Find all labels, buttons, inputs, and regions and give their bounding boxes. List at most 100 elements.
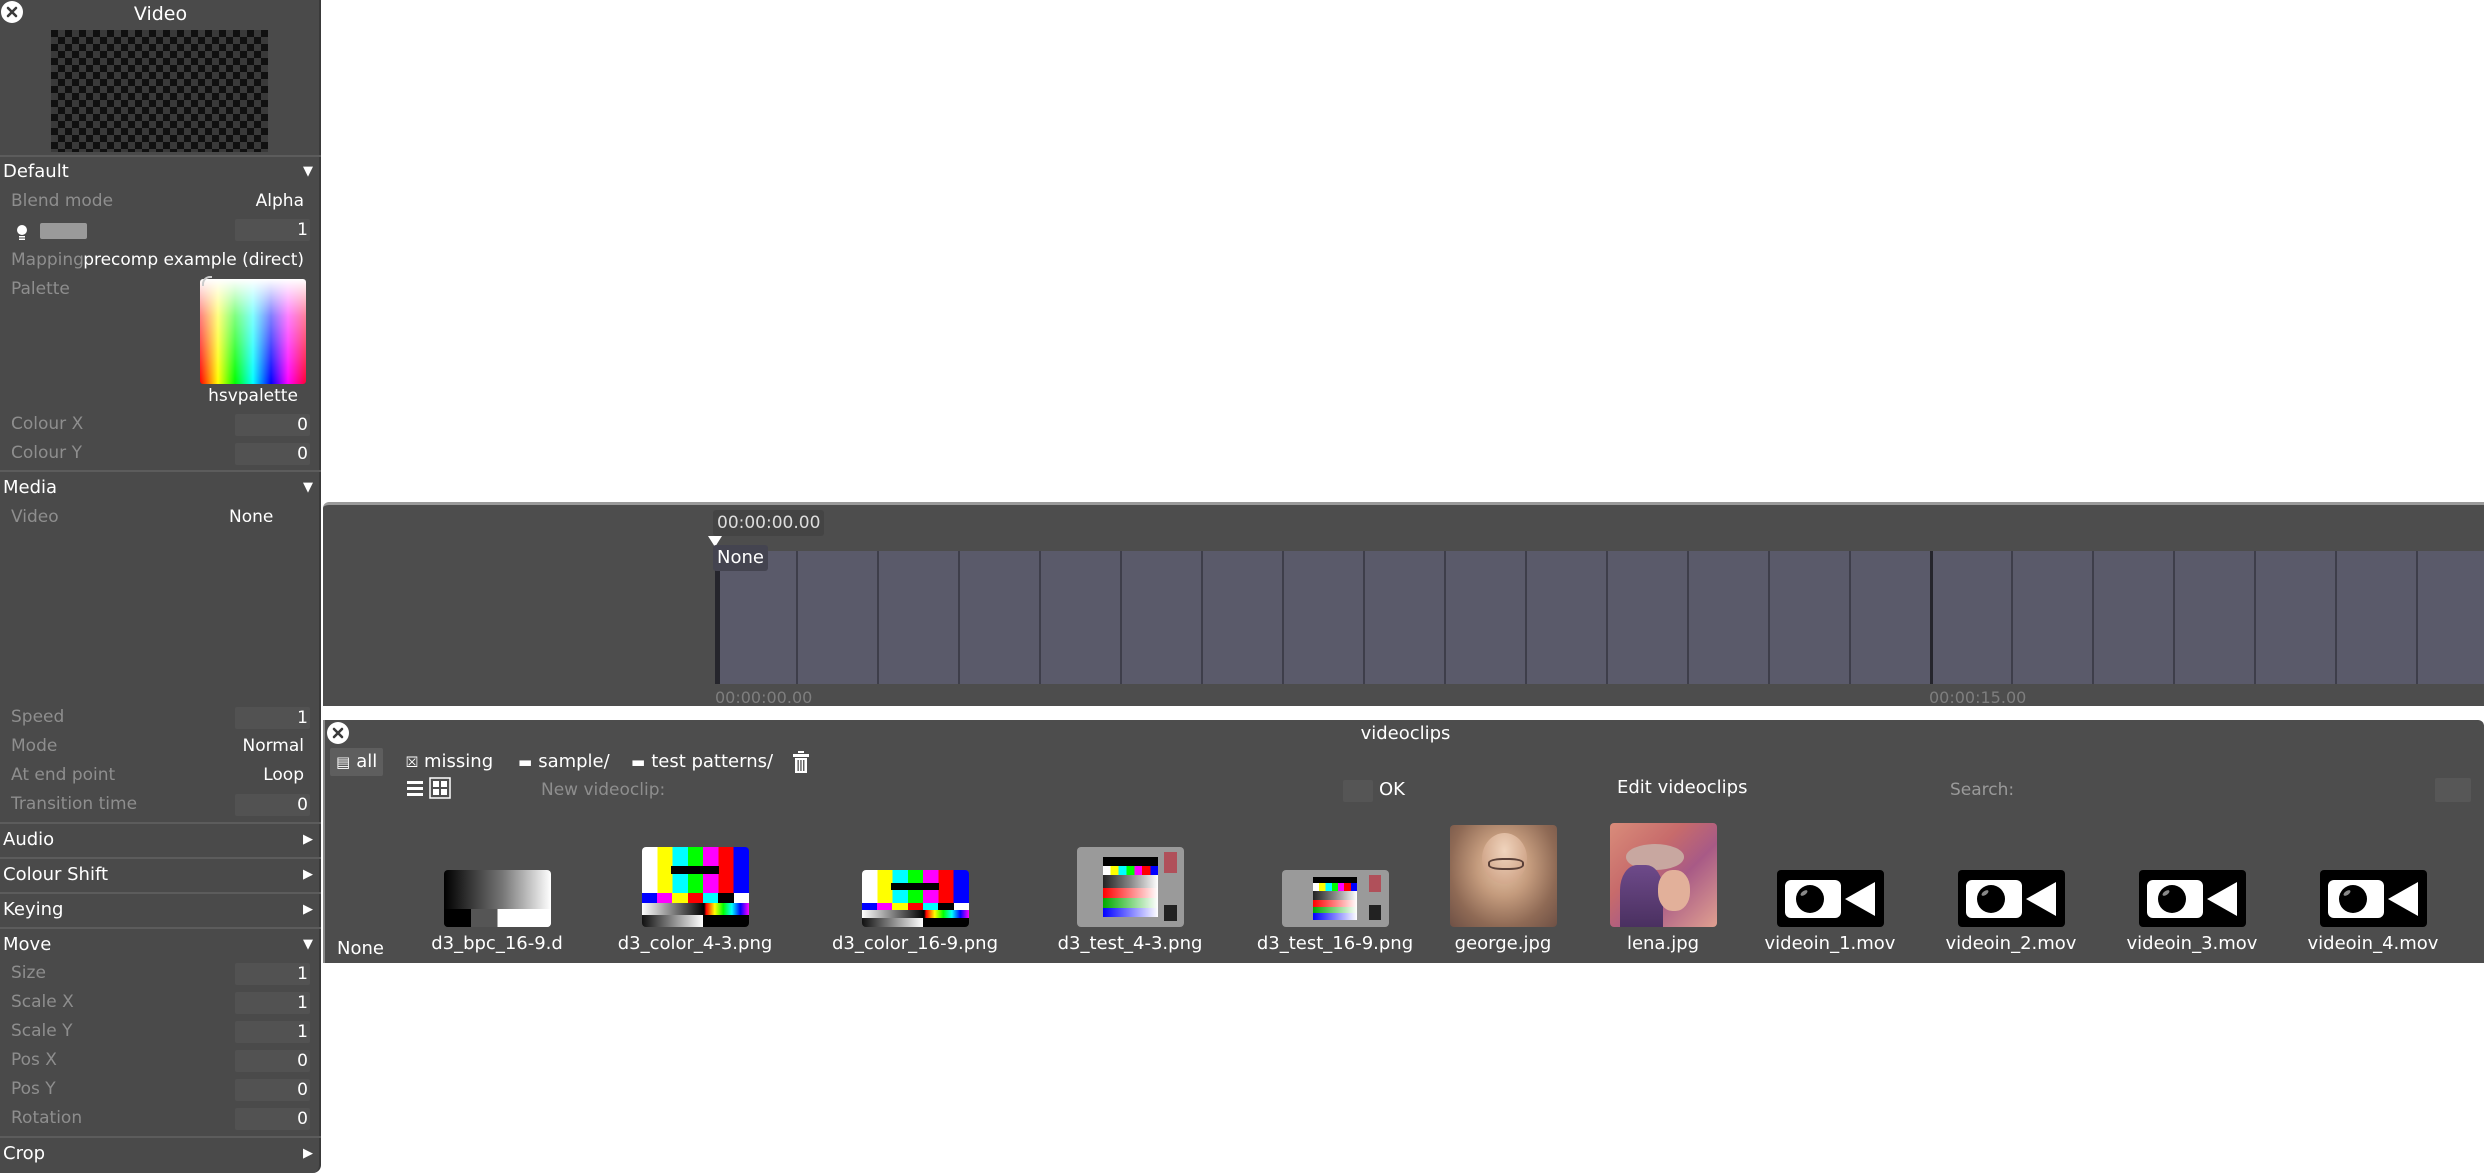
mode-label: Mode bbox=[11, 736, 58, 756]
timeline-segment-divider bbox=[877, 551, 879, 684]
edit-videoclips-button[interactable]: Edit videoclips bbox=[1617, 777, 1747, 798]
new-videoclip-input[interactable] bbox=[1343, 780, 1373, 802]
mapping-select[interactable]: precomp example (direct) bbox=[83, 250, 304, 270]
camera-thumbnail bbox=[2138, 870, 2246, 927]
timeline-track[interactable] bbox=[715, 551, 2484, 684]
search-input[interactable] bbox=[2435, 778, 2471, 802]
current-timecode: 00:00:00.00 bbox=[713, 510, 825, 536]
clip-name: d3_test_16-9.png bbox=[1256, 933, 1414, 954]
clip-item[interactable]: d3_color_4-3.png bbox=[605, 810, 785, 954]
expand-down-icon: ▼ bbox=[303, 164, 313, 179]
clip-item[interactable]: videoin_3.mov bbox=[2117, 810, 2267, 954]
section-label: Keying bbox=[3, 899, 64, 920]
opacity-slider[interactable] bbox=[40, 223, 87, 239]
timeline-segment-divider bbox=[1282, 551, 1284, 684]
timeline-segment-divider bbox=[2254, 551, 2256, 684]
timeline-segment-divider bbox=[958, 551, 960, 684]
testcard-thumbnail bbox=[1076, 847, 1184, 927]
section-keying[interactable]: Keying ▶ bbox=[0, 893, 321, 927]
speed-field[interactable]: 1 bbox=[235, 707, 310, 729]
expand-right-icon: ▶ bbox=[303, 1146, 313, 1161]
folder-icon: ▬ bbox=[631, 753, 646, 771]
clip-item[interactable]: lena.jpg bbox=[1593, 810, 1733, 954]
view-mode-toggle bbox=[405, 777, 451, 801]
clip-item[interactable]: videoin_1.mov bbox=[1755, 810, 1905, 954]
list-icon: ▤ bbox=[336, 753, 351, 771]
clip-name: d3_test_4-3.png bbox=[1057, 933, 1203, 954]
clip-item[interactable]: videoin_2.mov bbox=[1936, 810, 2086, 954]
section-colour-shift[interactable]: Colour Shift ▶ bbox=[0, 858, 321, 892]
colour-x-field[interactable]: 0 bbox=[235, 414, 310, 436]
panel-title: Video bbox=[133, 3, 188, 25]
palette-label: Palette bbox=[11, 279, 70, 299]
camera-thumbnail bbox=[2319, 870, 2427, 927]
palette-swatch[interactable] bbox=[200, 279, 306, 384]
grid-view-icon[interactable] bbox=[429, 777, 451, 799]
filter-all[interactable]: ▤ all bbox=[330, 748, 384, 776]
videoclips-panel: videoclips ▤ all ⮽ missing ▬ sample/ ▬ test … bbox=[323, 720, 2484, 963]
size-field[interactable]: 1 bbox=[235, 963, 310, 985]
trash-icon[interactable] bbox=[793, 751, 809, 773]
list-view-icon[interactable] bbox=[405, 777, 427, 799]
clip-name: videoin_1.mov bbox=[1764, 933, 1896, 954]
opacity-field[interactable]: 1 bbox=[235, 219, 310, 241]
folder-icon: ▬ bbox=[518, 753, 533, 771]
mode-select[interactable]: Normal bbox=[242, 736, 304, 756]
pos-x-field[interactable]: 0 bbox=[235, 1050, 310, 1072]
clip-none[interactable]: None bbox=[337, 938, 384, 959]
clip-item[interactable]: d3_test_4-3.png bbox=[1045, 810, 1215, 954]
videoclips-title: videoclips bbox=[1360, 723, 1451, 744]
scale-y-field[interactable]: 1 bbox=[235, 1021, 310, 1043]
clip-name: videoin_2.mov bbox=[1945, 933, 2077, 954]
size-label: Size bbox=[11, 963, 46, 983]
clip-name: videoin_4.mov bbox=[2307, 933, 2439, 954]
timeline-segment-divider bbox=[1687, 551, 1689, 684]
blend-mode-label: Blend mode bbox=[11, 191, 114, 211]
transition-time-field[interactable]: 0 bbox=[235, 794, 310, 816]
scale-y-label: Scale Y bbox=[11, 1021, 73, 1041]
timeline-segment-divider bbox=[1444, 551, 1446, 684]
video-preview bbox=[51, 30, 268, 152]
colour-y-field[interactable]: 0 bbox=[235, 443, 310, 465]
gradient-thumbnail bbox=[443, 870, 551, 927]
camera-thumbnail bbox=[1776, 870, 1884, 927]
timeline-segment-divider bbox=[1201, 551, 1203, 684]
rotation-field[interactable]: 0 bbox=[235, 1108, 310, 1130]
ok-button[interactable]: OK bbox=[1379, 779, 1405, 800]
rotation-label: Rotation bbox=[11, 1108, 83, 1128]
timeline-segment-divider bbox=[796, 551, 798, 684]
video-select[interactable]: None bbox=[229, 507, 273, 527]
timeline-major-marker bbox=[1930, 551, 1933, 684]
section-label: Crop bbox=[3, 1143, 46, 1164]
palette-cursor-icon bbox=[202, 276, 212, 286]
clip-name: videoin_3.mov bbox=[2126, 933, 2258, 954]
clip-item[interactable]: d3_bpc_16-9.d bbox=[417, 810, 577, 954]
end-point-select[interactable]: Loop bbox=[263, 765, 304, 785]
clip-item[interactable]: d3_color_16-9.png bbox=[820, 810, 1010, 954]
video-label: Video bbox=[11, 507, 59, 527]
camera-thumbnail bbox=[1957, 870, 2065, 927]
clip-item[interactable]: videoin_4.mov bbox=[2298, 810, 2448, 954]
blend-mode-select[interactable]: Alpha bbox=[256, 191, 304, 211]
expand-down-icon: ▼ bbox=[303, 480, 313, 495]
section-default[interactable]: Default ▼ bbox=[0, 155, 321, 189]
clip-item[interactable]: d3_test_16-9.png bbox=[1245, 810, 1425, 954]
filter-sample[interactable]: ▬ sample/ bbox=[512, 748, 616, 776]
section-media[interactable]: Media ▼ bbox=[0, 471, 321, 505]
section-audio[interactable]: Audio ▶ bbox=[0, 823, 321, 857]
timeline-segment-divider bbox=[2416, 551, 2418, 684]
filter-missing[interactable]: ⮽ missing bbox=[400, 748, 499, 776]
section-label: Move bbox=[3, 934, 52, 955]
search-label: Search: bbox=[1950, 780, 2015, 800]
filter-test-patterns[interactable]: ▬ test patterns/ bbox=[625, 748, 779, 776]
filter-label: sample/ bbox=[538, 751, 610, 772]
speed-label: Speed bbox=[11, 707, 65, 727]
pos-y-field[interactable]: 0 bbox=[235, 1079, 310, 1101]
section-crop[interactable]: Crop ▶ bbox=[0, 1137, 321, 1171]
clip-item[interactable]: george.jpg bbox=[1433, 810, 1573, 954]
scale-x-field[interactable]: 1 bbox=[235, 992, 310, 1014]
mapping-label: Mapping bbox=[11, 250, 84, 270]
section-move[interactable]: Move ▼ bbox=[0, 928, 321, 962]
filter-label: test patterns/ bbox=[651, 751, 774, 772]
timeline-start-time: 00:00:00.00 bbox=[715, 688, 813, 707]
